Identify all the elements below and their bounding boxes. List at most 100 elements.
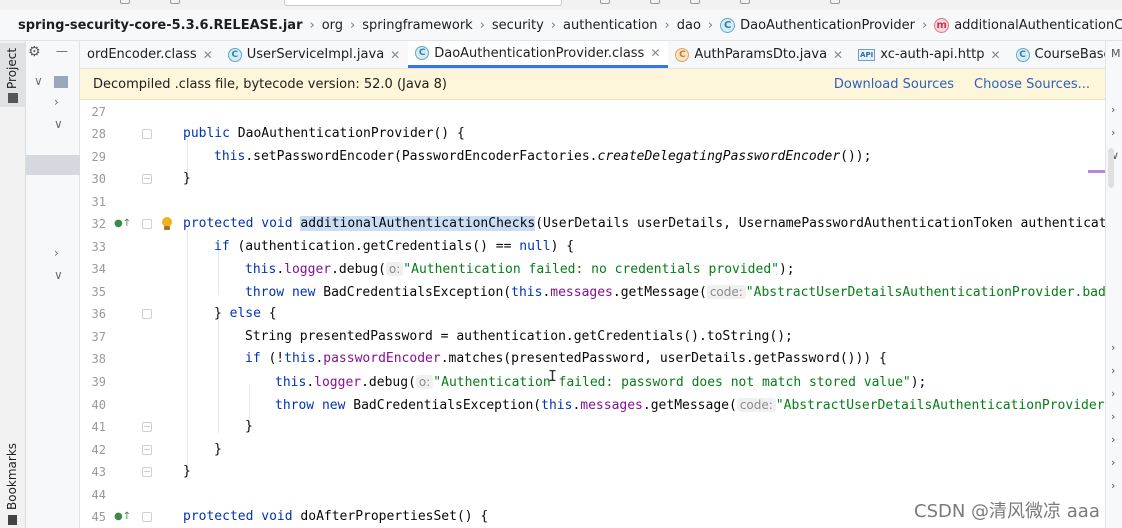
fold-end-icon[interactable] <box>142 422 152 432</box>
chevron-down-icon[interactable]: ∨ <box>34 74 43 88</box>
chevron-right-icon[interactable]: › <box>1111 364 1115 377</box>
chevron-right-icon[interactable]: › <box>54 246 59 260</box>
breadcrumb-package-dao[interactable]: dao <box>677 18 701 33</box>
chevron-right-icon: › <box>664 17 670 33</box>
keyword: this <box>245 262 277 277</box>
fold-icon[interactable] <box>142 309 152 319</box>
fold-icon[interactable] <box>142 129 152 139</box>
implements-method-icon[interactable]: ●↑ <box>114 213 131 235</box>
line-number: 40 <box>91 398 106 412</box>
toolbar-icon[interactable] <box>740 0 750 4</box>
fold-end-icon[interactable] <box>142 174 152 184</box>
code-text: doAfterPropertiesSet() { <box>292 509 489 524</box>
chevron-right-icon[interactable]: › <box>1111 341 1115 354</box>
fold-icon[interactable] <box>142 512 152 522</box>
close-icon[interactable]: ✕ <box>203 48 213 62</box>
toolbar-icon[interactable] <box>120 0 130 4</box>
breadcrumb-label: org <box>321 17 344 33</box>
toolbar-icon[interactable] <box>170 0 180 4</box>
breadcrumb-package-authentication[interactable]: authentication <box>563 18 658 33</box>
tab-password-encoder[interactable]: ordEncoder.class ✕ <box>80 41 221 68</box>
breadcrumb-method[interactable]: madditionalAuthenticationChecks <box>934 17 1122 33</box>
breadcrumb-package-springframework[interactable]: springframework <box>362 18 472 33</box>
tree-row-selected[interactable] <box>26 155 80 175</box>
line-number: 30 <box>91 172 106 186</box>
close-icon[interactable]: ✕ <box>833 48 843 62</box>
bookmarks-tool-label: Bookmarks <box>5 442 19 510</box>
close-icon[interactable]: ✕ <box>650 46 660 60</box>
code-text: { <box>260 306 277 321</box>
tab-xc-auth-api-http[interactable]: API xc-auth-api.http ✕ <box>851 41 1008 68</box>
class-icon: C <box>227 47 242 62</box>
tab-course-base-info-controller[interactable]: C CourseBaseInfoCont <box>1009 41 1105 68</box>
fold-end-icon[interactable] <box>142 467 152 477</box>
chevron-right-icon[interactable]: › <box>1111 479 1115 492</box>
breadcrumb-class[interactable]: C DaoAuthenticationProvider <box>720 17 915 33</box>
close-icon[interactable]: ✕ <box>990 48 1000 62</box>
keyword: new <box>291 285 316 300</box>
toolbar-icon[interactable] <box>830 0 840 4</box>
chevron-down-icon[interactable]: ∨ <box>54 268 63 282</box>
code-line-28: public DaoAuthenticationProvider() { <box>183 123 465 145</box>
chevron-right-icon[interactable]: › <box>1111 410 1115 423</box>
toolbar-icon[interactable] <box>600 0 610 4</box>
toolbar-icon[interactable] <box>650 0 660 4</box>
project-tool-label: Project <box>5 47 19 89</box>
tab-auth-params-dto[interactable]: C AuthParamsDto.java ✕ <box>668 41 851 68</box>
tree-row[interactable]: › <box>26 243 80 265</box>
chevron-right-icon[interactable]: › <box>1111 126 1115 139</box>
fold-end-icon[interactable] <box>142 445 152 455</box>
chevron-right-icon[interactable]: › <box>54 95 59 109</box>
tab-label: CourseBaseInfoCont <box>1034 47 1105 62</box>
implements-method-icon[interactable]: ●↑ <box>114 506 131 528</box>
breadcrumb: spring-security-core-5.3.6.RELEASE.jar ›… <box>0 10 1122 41</box>
code-text: .setPasswordEncoder(PasswordEncoderFacto… <box>245 149 598 164</box>
fold-icon[interactable] <box>142 219 152 229</box>
chevron-right-icon[interactable]: › <box>1111 387 1115 400</box>
line-number: 45 <box>91 510 106 524</box>
code-editor[interactable]: public DaoAuthenticationProvider() { thi… <box>160 100 1105 528</box>
chevron-right-icon: › <box>922 17 928 33</box>
keyword: throw <box>275 398 315 413</box>
tree-row[interactable]: ∨ <box>26 71 80 93</box>
tree-row[interactable]: › <box>26 92 80 114</box>
breadcrumb-label: additionalAuthenticationChecks <box>954 17 1122 33</box>
chevron-down-icon[interactable]: ∨ <box>54 117 63 131</box>
run-config-selector[interactable] <box>284 0 562 6</box>
editor-scrollbar[interactable] <box>1108 148 1114 188</box>
line-number: 42 <box>91 443 106 457</box>
breadcrumb-package-org[interactable]: org <box>322 18 343 33</box>
tab-dao-authentication-provider[interactable]: C DaoAuthenticationProvider.class ✕ <box>408 41 669 68</box>
code-text: BadCredentialsException( <box>315 285 512 300</box>
close-icon[interactable]: ✕ <box>390 48 400 62</box>
toolbar-icon[interactable] <box>690 0 700 4</box>
code-line-41: } <box>245 419 253 434</box>
tree-row[interactable]: ∨ <box>26 114 80 136</box>
chevron-right-icon[interactable]: › <box>1111 433 1115 446</box>
line-number: 37 <box>91 330 106 344</box>
tree-row[interactable]: ∨ <box>26 265 80 287</box>
highlighted-method-name[interactable]: additionalAuthenticationChecks <box>300 216 536 231</box>
keyword: protected <box>183 216 254 231</box>
gear-icon[interactable]: ⚙ <box>28 44 41 60</box>
chevron-right-icon[interactable]: › <box>1111 103 1115 116</box>
choose-sources-link[interactable]: Choose Sources... <box>974 77 1090 92</box>
code-text: .debug( <box>331 262 386 277</box>
maven-icon[interactable]: M <box>1111 47 1121 60</box>
tab-label: AuthParamsDto.java <box>694 47 828 62</box>
chevron-right-icon: › <box>309 17 315 33</box>
tab-user-service-impl[interactable]: C UserServiceImpl.java ✕ <box>221 41 408 68</box>
breadcrumb-package-security[interactable]: security <box>492 18 544 33</box>
breadcrumb-jar[interactable]: spring-security-core-5.3.6.RELEASE.jar <box>18 18 302 33</box>
line-number: 33 <box>91 240 106 254</box>
download-sources-link[interactable]: Download Sources <box>834 77 954 92</box>
project-tool-button[interactable]: Project <box>0 43 26 107</box>
editor-tabs: ordEncoder.class ✕ C UserServiceImpl.jav… <box>80 41 1105 69</box>
field-name: messages <box>550 285 613 300</box>
decompiled-banner: Decompiled .class file, bytecode version… <box>80 69 1105 100</box>
chevron-right-icon[interactable]: › <box>1111 456 1115 469</box>
minimize-icon[interactable]: — <box>56 44 68 58</box>
error-stripe-mark[interactable] <box>1088 170 1105 173</box>
code-line-34: this.logger.debug(o: "Authentication fail… <box>245 262 795 277</box>
code-line-43: } <box>183 464 191 479</box>
